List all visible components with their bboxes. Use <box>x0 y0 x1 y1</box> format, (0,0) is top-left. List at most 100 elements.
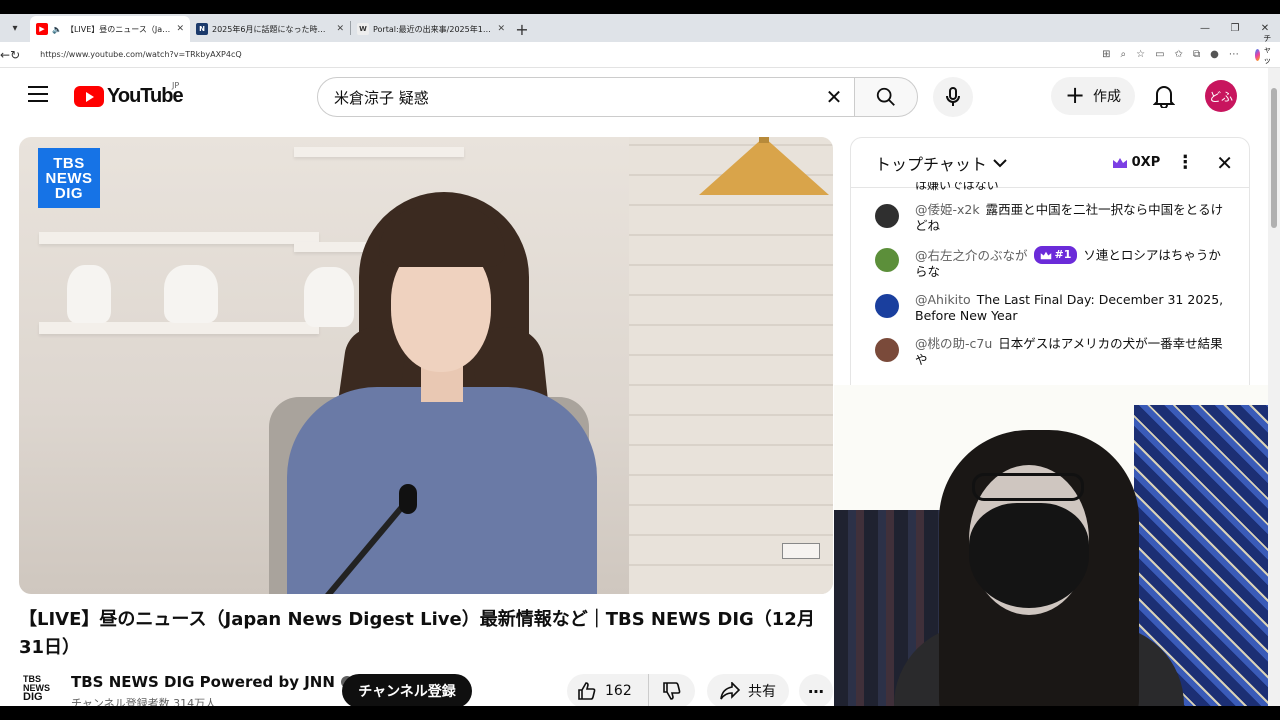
chat-options-icon[interactable]: ⋮ <box>1176 152 1194 173</box>
avatar[interactable]: どふ <box>1205 80 1237 112</box>
subscribe-button[interactable]: チャンネル登録 <box>342 674 472 706</box>
create-button[interactable]: + 作成 <box>1051 77 1135 115</box>
tab-list-dropdown[interactable]: ▾ <box>4 17 26 39</box>
crown-icon <box>1040 251 1051 259</box>
tbs-news-dig-logo: TBS NEWS DIG <box>38 148 100 208</box>
close-chat-icon[interactable]: ✕ <box>1216 151 1233 175</box>
close-tab-icon[interactable]: ✕ <box>336 24 344 34</box>
tab-strip: ▾ ▶ 🔈 【LIVE】昼のニュース（Japan News Digest Liv… <box>0 14 1280 42</box>
wikipedia-icon: W <box>357 23 369 35</box>
region-label: JP <box>172 81 180 90</box>
studio-brick-wall <box>629 137 833 594</box>
presenter-body <box>287 387 597 594</box>
microphone-icon <box>946 87 960 106</box>
chat-author[interactable]: @桃の助-c7u <box>915 336 992 351</box>
copilot-icon <box>1254 48 1261 61</box>
search-input[interactable]: 米倉涼子 疑惑 <box>334 87 814 108</box>
chat-avatar[interactable] <box>875 294 899 318</box>
browser-tab-wikipedia[interactable]: W Portal:最近の出来事/2025年1月 - W ✕ <box>351 16 511 42</box>
chat-avatar[interactable] <box>875 248 899 272</box>
youtube-header: YouTube JP 米倉涼子 疑惑 ✕ + 作成 どふ <box>0 68 1280 124</box>
youtube-play-icon <box>74 86 104 107</box>
notifications-bell-icon[interactable] <box>1150 82 1178 110</box>
like-button[interactable]: 162 <box>567 674 649 706</box>
tab-title: 【LIVE】昼のニュース（Japan News Digest Live） <box>65 24 173 34</box>
youtube-icon: ▶ <box>36 23 48 35</box>
scrollbar-thumb[interactable] <box>1271 88 1277 228</box>
desk-microphone <box>399 484 417 514</box>
search-box[interactable]: 米倉涼子 疑惑 ✕ <box>317 77 855 117</box>
apps-icon[interactable]: ⊞ <box>1102 49 1110 60</box>
address-bar-row: ← ↻ https://www.youtube.com/watch?v=TRkb… <box>0 34 1280 76</box>
voice-search-button[interactable] <box>933 77 973 117</box>
chat-mode-dropdown[interactable]: トップチャット <box>875 151 1112 175</box>
video-player[interactable]: TBS NEWS DIG <box>19 137 833 594</box>
favorites-icon[interactable]: ✩ <box>1175 49 1183 60</box>
share-icon <box>720 682 740 700</box>
back-button[interactable]: ← <box>0 44 10 66</box>
shelf <box>39 232 319 244</box>
channel-row: TBS NEWS DIG TBS NEWS DIG Powered by JNN… <box>19 670 834 706</box>
url-field[interactable]: https://www.youtube.com/watch?v=TRkbyAXP… <box>40 45 1040 65</box>
browser-window: ▾ ▶ 🔈 【LIVE】昼のニュース（Japan News Digest Liv… <box>0 14 1280 706</box>
chat-avatar[interactable] <box>875 204 899 228</box>
clear-search-icon[interactable]: ✕ <box>814 85 854 109</box>
speaker-icon[interactable]: 🔈 <box>52 25 62 34</box>
new-tab-button[interactable]: + <box>511 18 533 40</box>
vase <box>67 265 111 323</box>
top-chatter-badge: #1 <box>1033 246 1078 264</box>
chat-author[interactable]: @倭姫-x2k <box>915 202 980 217</box>
browser-tab-news[interactable]: N 2025年6月に話題になった時事ニュース ✕ <box>190 16 350 42</box>
browser-tab-youtube[interactable]: ▶ 🔈 【LIVE】昼のニュース（Japan News Digest Live）… <box>30 16 190 42</box>
chat-mode-label: トップチャット <box>875 154 987 174</box>
youtube-logo[interactable]: YouTube <box>74 85 184 108</box>
profile-icon[interactable]: ● <box>1210 49 1219 60</box>
share-label: 共有 <box>748 684 776 700</box>
xp-badge[interactable]: 0XP <box>1112 155 1161 170</box>
chat-message-list: @倭姫-x2k 露西亜と中国を二社一択なら中国をとるけどね @右左之介のぶなが #1… <box>851 196 1249 374</box>
create-label: 作成 <box>1093 89 1122 105</box>
chat-avatar[interactable] <box>875 338 899 362</box>
favorite-star-icon[interactable]: ☆ <box>1136 49 1145 60</box>
channel-name[interactable]: TBS NEWS DIG Powered by JNN ✓ <box>71 673 353 691</box>
collections-icon[interactable]: ⧉ <box>1193 49 1200 60</box>
crown-icon <box>1112 157 1127 168</box>
search-icon <box>876 87 895 106</box>
video-title: 【LIVE】昼のニュース（Japan News Digest Live）最新情報… <box>19 609 815 658</box>
xp-label: 0XP <box>1131 155 1161 170</box>
chat-message-body: @右左之介のぶなが #1 ソ連とロシアはちゃうからな <box>915 246 1227 280</box>
watermark-logo <box>782 543 820 559</box>
chat-message: @右左之介のぶなが #1 ソ連とロシアはちゃうからな <box>851 240 1249 286</box>
share-button[interactable]: 共有 <box>707 674 789 706</box>
pendant-lamp <box>699 137 829 195</box>
refresh-button[interactable]: ↻ <box>10 44 20 66</box>
like-count: 162 <box>605 683 632 699</box>
like-dislike-group: 162 <box>567 674 695 706</box>
more-actions-button[interactable]: ⋯ <box>799 674 833 706</box>
webcam-person-mask <box>969 503 1089 608</box>
chat-author[interactable]: @右左之介のぶなが <box>915 248 1028 263</box>
dislike-button[interactable] <box>649 674 695 706</box>
chat-message-body: @桃の助-c7u 日本ゲスはアメリカの犬が一番幸せ結果や <box>915 336 1227 368</box>
plus-icon: + <box>1064 81 1086 109</box>
chat-message-body: @Ahikito The Last Final Day: December 31 … <box>915 292 1227 324</box>
tab-title: Portal:最近の出来事/2025年1月 - W <box>373 24 494 34</box>
more-icon[interactable]: ⋯ <box>1229 49 1239 60</box>
close-tab-icon[interactable]: ✕ <box>497 24 505 34</box>
subscriber-count: チャンネル登録者数 314万人 <box>71 697 217 706</box>
channel-avatar[interactable]: TBS NEWS DIG <box>23 675 57 706</box>
menu-icon[interactable] <box>28 86 48 102</box>
shelf <box>294 147 464 157</box>
chat-author[interactable]: @Ahikito <box>915 292 971 307</box>
channel-name-text: TBS NEWS DIG Powered by JNN <box>71 673 335 691</box>
search-button[interactable] <box>854 77 918 117</box>
zoom-icon[interactable]: ⌕ <box>1121 49 1127 60</box>
logo-line: TBS <box>53 154 85 172</box>
badge-rank: #1 <box>1054 248 1072 261</box>
close-tab-icon[interactable]: ✕ <box>176 24 184 34</box>
chevron-down-icon <box>993 158 1007 167</box>
page-scrollbar[interactable] <box>1268 68 1280 706</box>
logo-line: DIG <box>23 691 43 703</box>
split-screen-icon[interactable]: ▭ <box>1155 49 1164 60</box>
vase <box>164 265 218 323</box>
